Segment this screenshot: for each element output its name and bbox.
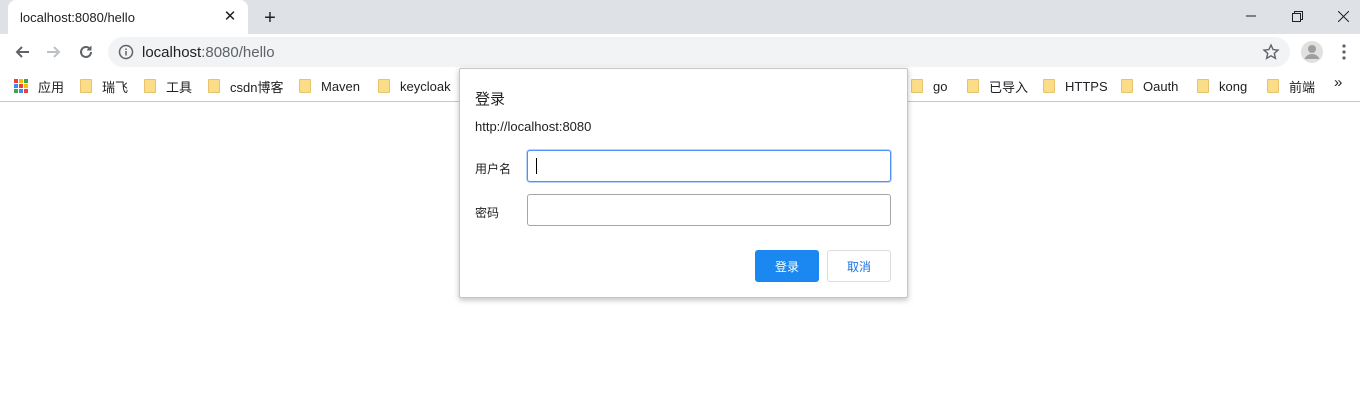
bookmark-folder[interactable]: Maven [299,76,360,96]
bookmark-label: HTTPS [1065,78,1108,94]
dialog-title: 登录 [475,91,506,108]
info-icon[interactable] [118,44,134,60]
url-path: :8080/hello [201,44,275,61]
bookmark-folder[interactable]: keycloak [378,76,451,96]
folder-icon [911,79,923,93]
login-dialog: 登录 http://localhost:8080 用户名 密码 登录 取消 [459,68,908,298]
folder-icon [1267,79,1279,93]
new-tab-icon[interactable]: + [258,6,282,30]
bookmark-apps[interactable]: 应用 [14,76,64,96]
cancel-button[interactable]: 取消 [827,250,891,282]
menu-icon[interactable] [1334,40,1354,64]
bookmark-label: 瑞飞 [102,79,129,95]
bookmarks-overflow-icon[interactable]: » [1334,74,1342,91]
folder-icon [1197,79,1209,93]
password-field[interactable] [527,194,891,226]
bookmark-folder[interactable]: 前端 [1267,76,1315,96]
username-label: 用户名 [475,162,512,176]
bookmark-label: 应用 [38,79,65,95]
bookmark-label: 工具 [166,79,193,95]
bookmark-folder[interactable]: csdn博客 [208,76,283,96]
password-label: 密码 [475,206,500,220]
bookmark-label: keycloak [400,78,451,94]
bookmark-label: Oauth [1143,78,1179,94]
browser-toolbar: localhost:8080/hello [0,34,1360,70]
window-close-icon[interactable] [1320,0,1360,32]
dialog-origin: http://localhost:8080 [475,119,592,134]
folder-icon [144,79,156,93]
star-icon[interactable] [1262,43,1280,61]
folder-icon [80,79,92,93]
tab-strip: localhost:8080/hello ✕ + [0,0,1360,34]
url-text: localhost:8080/hello [142,44,275,61]
folder-icon [967,79,979,93]
bookmark-label: Maven [321,78,361,94]
restore-icon[interactable] [1274,0,1320,32]
forward-arrow-icon[interactable] [40,38,68,66]
bookmark-folder[interactable]: 工具 [144,76,192,96]
bookmark-label: go [933,78,948,94]
bookmark-folder[interactable]: 瑞飞 [80,76,128,96]
minimize-icon[interactable] [1228,0,1274,32]
url-host: localhost [142,44,202,61]
address-bar[interactable]: localhost:8080/hello [108,37,1290,67]
back-arrow-icon[interactable] [8,38,36,66]
active-tab[interactable]: localhost:8080/hello ✕ [8,0,248,34]
username-field[interactable] [527,150,891,182]
apps-grid-icon [14,79,28,93]
bookmark-folder[interactable]: Oauth [1121,76,1178,96]
tab-title: localhost:8080/hello [20,10,135,25]
folder-icon [1043,79,1055,93]
bookmark-label: 已导入 [989,79,1029,95]
bookmark-folder[interactable]: go [911,76,947,96]
folder-icon [378,79,390,93]
bookmark-folder[interactable]: kong [1197,76,1247,96]
folder-icon [208,79,220,93]
bookmark-label: 前端 [1289,79,1316,95]
text-caret [536,158,537,174]
bookmark-folder[interactable]: HTTPS [1043,76,1108,96]
bookmark-folder[interactable]: 已导入 [967,76,1028,96]
folder-icon [299,79,311,93]
login-button[interactable]: 登录 [755,250,819,282]
bookmark-label: csdn博客 [230,79,284,95]
bookmark-label: kong [1219,78,1248,94]
folder-icon [1121,79,1133,93]
close-icon[interactable]: ✕ [220,7,240,27]
reload-icon[interactable] [72,38,100,66]
profile-avatar-icon[interactable] [1300,40,1324,64]
